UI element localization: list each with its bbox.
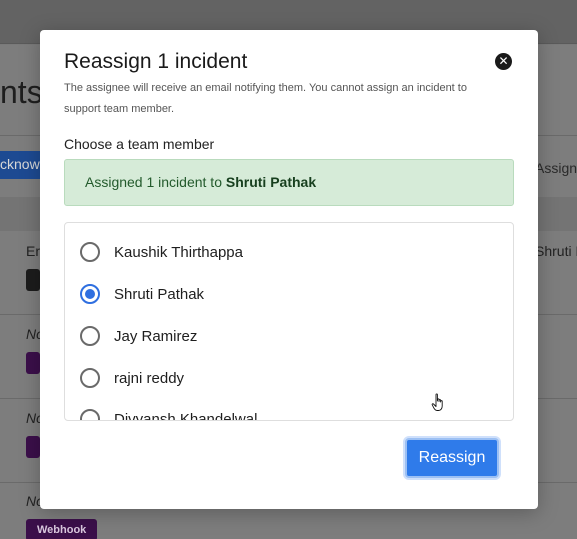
- member-option[interactable]: Shruti Pathak: [80, 282, 204, 306]
- background-row-text: Er: [26, 243, 40, 259]
- member-option[interactable]: rajni reddy: [80, 366, 184, 390]
- radio-button[interactable]: [80, 409, 100, 420]
- choose-member-label: Choose a team member: [64, 136, 215, 152]
- background-row-badge: [26, 352, 40, 374]
- member-option[interactable]: Kaushik Thirthappa: [80, 240, 243, 264]
- member-option[interactable]: Jay Ramirez: [80, 324, 197, 348]
- background-row-badge: [26, 436, 40, 458]
- member-name: Divyansh Khandelwal: [114, 410, 258, 421]
- background-webhook-badge: Webhook: [26, 519, 98, 539]
- background-page-title: nts: [0, 74, 43, 110]
- background-row-assignee: Shruti P: [535, 243, 577, 259]
- radio-button[interactable]: [80, 368, 100, 388]
- success-message: Assigned 1 incident to: [85, 174, 226, 190]
- member-name: rajni reddy: [114, 369, 185, 387]
- member-name: Jay Ramirez: [114, 327, 198, 345]
- background-acknowledge-button: cknow: [0, 151, 44, 179]
- member-option[interactable]: Divyansh Khandelwal: [80, 407, 258, 421]
- radio-button-selected[interactable]: [80, 284, 100, 304]
- success-assignee-name: Shruti Pathak: [225, 174, 317, 190]
- background-assignee-column-header: Assign: [535, 160, 577, 176]
- background-row-badge: [26, 269, 40, 291]
- reassign-button[interactable]: Reassign: [405, 438, 499, 478]
- team-member-list[interactable]: Kaushik Thirthappa Shruti Pathak Jay Ram…: [64, 222, 514, 421]
- modal-title: Reassign 1 incident: [64, 50, 248, 73]
- success-alert: Assigned 1 incident to Shruti Pathak: [64, 159, 514, 206]
- radio-button[interactable]: [80, 242, 100, 262]
- member-name: Shruti Pathak: [114, 285, 205, 303]
- member-name: Kaushik Thirthappa: [114, 243, 243, 261]
- modal-description: The assignee will receive an email notif…: [64, 82, 467, 115]
- hand-cursor-icon: [431, 393, 443, 411]
- close-icon[interactable]: ✕: [495, 53, 512, 70]
- radio-button[interactable]: [80, 326, 100, 346]
- reassign-modal: Reassign 1 incident ✕ The assignee will …: [40, 30, 538, 509]
